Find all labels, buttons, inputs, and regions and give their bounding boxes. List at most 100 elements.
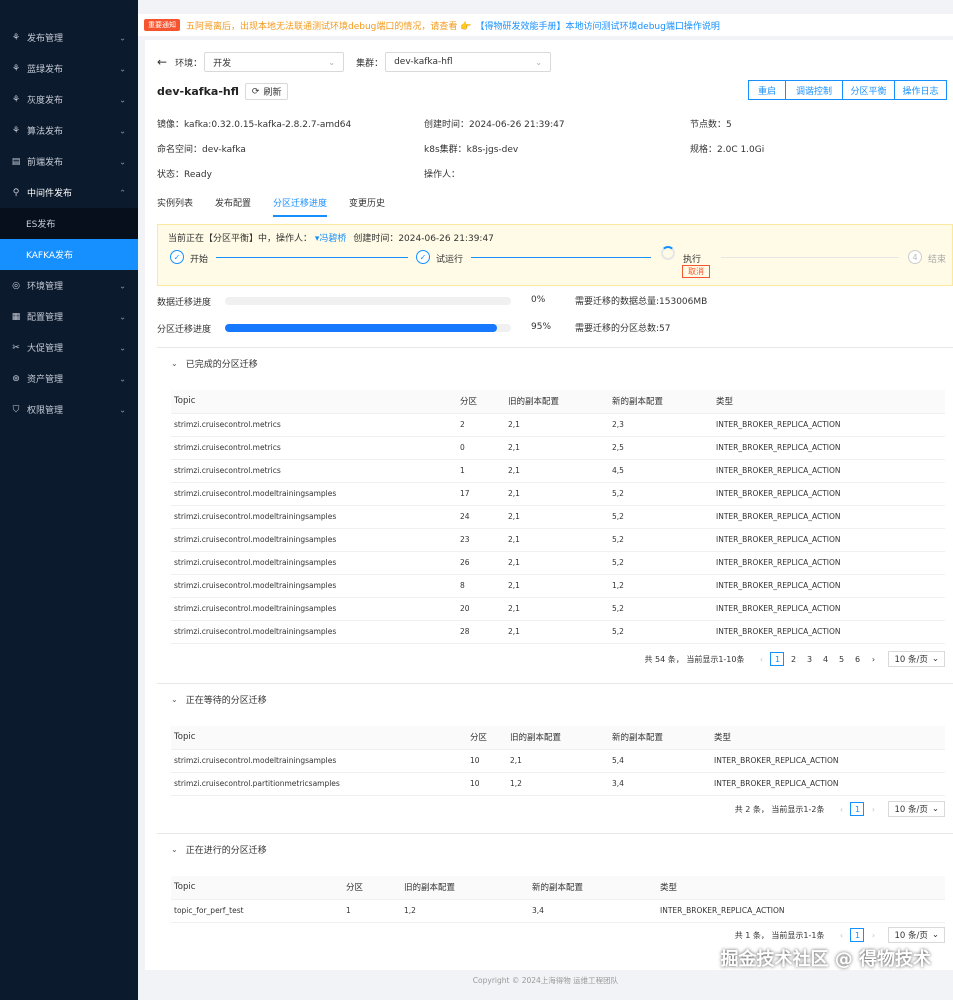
page-number[interactable]: 1 [850, 928, 865, 942]
chevron-down-icon: ⌄ [931, 804, 939, 814]
table-cell: 1 [343, 899, 401, 923]
table-cell: 2,1 [505, 505, 609, 529]
sidebar-item[interactable]: ⛉ 权限管理 ⌄ [0, 394, 138, 425]
cluster-label: 集群： [356, 58, 384, 69]
operator-name: 冯碧桥 [319, 234, 347, 244]
table-cell: 2 [457, 413, 505, 437]
chevron-down-icon: ⌄ [328, 57, 336, 67]
page-size-select[interactable]: 10 条/页 ⌄ [888, 651, 945, 667]
next-page-icon[interactable]: › [866, 652, 880, 666]
cancel-button[interactable]: 取消 [682, 265, 710, 278]
migration-status-box: 当前正在【分区平衡】中，操作人： ▾冯碧桥 创建时间：2024-06-26 21… [157, 224, 953, 286]
table-cell: 5,2 [609, 482, 713, 506]
refresh-button[interactable]: ⟳ 刷新 [244, 83, 289, 100]
info-operator: 操作人： [424, 170, 461, 180]
location-icon: ◎ [12, 280, 20, 291]
table-cell: 2,1 [505, 482, 609, 506]
notice-tag: 重要通知 [144, 19, 180, 31]
sidebar-item[interactable]: ⚘ 蓝绿发布 ⌄ [0, 53, 138, 84]
page-number[interactable]: 6 [850, 652, 864, 666]
data-total: 需要迁移的数据总量:153006MB [575, 297, 708, 307]
table-row: topic_for_perf_test 1 1,2 3,4 INTER_BROKER_R… [171, 899, 945, 923]
sidebar-item[interactable]: ▤ 前端发布 ⌄ [0, 146, 138, 177]
tab-change-history[interactable]: 变更历史 [349, 196, 385, 217]
sidebar-item-label: 权限管理 [27, 406, 64, 416]
prev-page-icon[interactable]: ‹ [754, 652, 768, 666]
chevron-down-icon: ⌄ [119, 126, 126, 135]
partition-balance-button[interactable]: 分区平衡 [843, 80, 895, 100]
sidebar-item-label: 配置管理 [27, 313, 64, 323]
sidebar-item[interactable]: ⊛ 资产管理 ⌄ [0, 363, 138, 394]
table-row: strimzi.cruisecontrol.modeltrainingsampl… [171, 620, 945, 644]
table-cell: 20 [457, 597, 505, 621]
page-number[interactable]: 1 [770, 652, 785, 666]
tab-instances[interactable]: 实例列表 [157, 196, 193, 217]
tab-partition-progress[interactable]: 分区迁移进度 [273, 196, 328, 217]
table-cell: 26 [457, 551, 505, 575]
title-row: dev-kafka-hfl ⟳ 刷新 [157, 83, 289, 100]
tab-release-config[interactable]: 发布配置 [215, 196, 251, 217]
prev-page-icon[interactable]: ‹ [834, 802, 848, 816]
next-page-icon[interactable]: › [866, 802, 880, 816]
notice-link[interactable]: 【得物研发效能手册】本地访问测试环境debug端口操作说明 [475, 19, 719, 32]
table-cell: 1,2 [609, 574, 713, 598]
step-line [471, 257, 651, 258]
step-execute: 执行 [683, 255, 702, 265]
completed-header[interactable]: ⌄ 已完成的分区迁移 [157, 348, 953, 378]
info-created: 创建时间：2024-06-26 21:39:47 [424, 120, 565, 130]
page-size-select[interactable]: 10 条/页 ⌄ [888, 927, 945, 943]
filter-row: ← 环境： 开发 ⌄ 集群： dev-kafka-hfl ⌄ [157, 52, 552, 72]
column-header: 分区 [343, 876, 401, 900]
sidebar-item[interactable]: ✂ 大促管理 ⌄ [0, 332, 138, 363]
chevron-down-icon: ⌄ [119, 64, 126, 73]
sidebar-subitem[interactable]: ES发布 [0, 208, 138, 239]
page-number[interactable]: 2 [786, 652, 800, 666]
sidebar-item[interactable]: ⚘ 发布管理 ⌄ [0, 22, 138, 53]
page-number[interactable]: 4 [818, 652, 832, 666]
table-cell: 10 [467, 749, 507, 773]
partition-progress-percent: 95% [531, 322, 552, 332]
table-row: strimzi.cruisecontrol.modeltrainingsampl… [171, 551, 945, 575]
pager-summary: 共 54 条， 当前显示1-10条 [644, 654, 745, 664]
table-cell: 2,5 [609, 436, 713, 460]
action-buttons: 重启 调谐控制 分区平衡 操作日志 [748, 80, 947, 100]
page-number[interactable]: 5 [834, 652, 848, 666]
prev-page-icon[interactable]: ‹ [834, 928, 848, 942]
sidebar-item[interactable]: ⚲ 中间件发布 ⌃ [0, 177, 138, 208]
sidebar-subitem[interactable]: KAFKA发布 [0, 239, 138, 270]
sidebar-item-label: 灰度发布 [27, 96, 64, 106]
table-cell: INTER_BROKER_REPLICA_ACTION [713, 528, 945, 552]
step-end: 结束 [928, 255, 947, 265]
restart-button[interactable]: 重启 [748, 80, 786, 100]
info-status: 状态：Ready [157, 170, 212, 180]
page-number[interactable]: 1 [850, 802, 865, 816]
table-cell: INTER_BROKER_REPLICA_ACTION [713, 482, 945, 506]
cluster-select[interactable]: dev-kafka-hfl ⌄ [385, 52, 552, 72]
completed-pagination: 共 54 条， 当前显示1-10条 ‹ 123456 › 10 条/页 ⌄ [645, 651, 945, 667]
table-cell: 3,4 [609, 772, 711, 796]
back-arrow-icon[interactable]: ← [157, 55, 167, 69]
sidebar-item[interactable]: ⚘ 算法发布 ⌄ [0, 115, 138, 146]
table-cell: strimzi.cruisecontrol.modeltrainingsampl… [171, 574, 457, 598]
waiting-header[interactable]: ⌄ 正在等待的分区迁移 [157, 684, 953, 714]
page-size-select[interactable]: 10 条/页 ⌄ [888, 801, 945, 817]
next-page-icon[interactable]: › [866, 928, 880, 942]
sidebar-item-label: 中间件发布 [27, 189, 73, 199]
sidebar-item[interactable]: ⚘ 灰度发布 ⌄ [0, 84, 138, 115]
page-number[interactable]: 3 [802, 652, 816, 666]
operation-log-button[interactable]: 操作日志 [895, 80, 947, 100]
running-header[interactable]: ⌄ 正在进行的分区迁移 [157, 834, 953, 864]
sidebar-item[interactable]: ◎ 环境管理 ⌄ [0, 270, 138, 301]
column-header: 新的副本配置 [609, 390, 713, 414]
column-header: Topic [171, 726, 467, 750]
refresh-label: 刷新 [263, 88, 282, 98]
reconcile-control-button[interactable]: 调谐控制 [786, 80, 843, 100]
table-row: strimzi.cruisecontrol.partitionmetricsam… [171, 772, 945, 796]
deploy-icon: ⚘ [11, 125, 21, 136]
sidebar-item[interactable]: ▦ 配置管理 ⌄ [0, 301, 138, 332]
chevron-down-icon: ⌄ [119, 157, 126, 166]
operator-link[interactable]: ▾冯碧桥 [315, 234, 347, 244]
table-row: strimzi.cruisecontrol.metrics 1 2,1 4,5 INTE… [171, 459, 945, 483]
env-select[interactable]: 开发 ⌄ [204, 52, 345, 72]
table-cell: strimzi.cruisecontrol.modeltrainingsampl… [171, 620, 457, 644]
